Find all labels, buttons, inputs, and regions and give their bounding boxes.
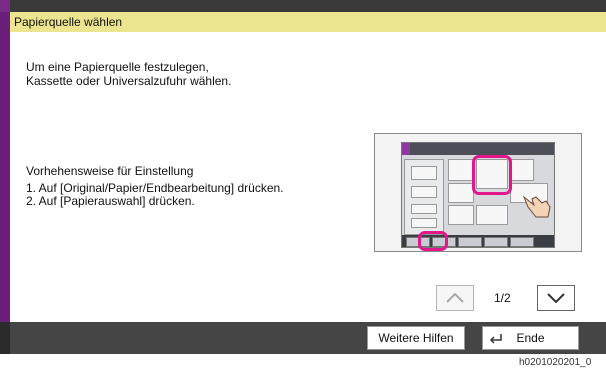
page-down-button[interactable] [537, 285, 575, 311]
title-accent [0, 12, 10, 32]
image-code: h0201020201_0 [519, 357, 592, 368]
top-bar-accent [0, 0, 10, 12]
bottom-bar: Weitere Hilfen Ende [0, 322, 606, 354]
title-bar: Papierquelle wählen [0, 12, 606, 32]
intro-text: Um eine Papierquelle festzulegen, Kasset… [26, 60, 231, 88]
pointing-hand-icon [522, 195, 551, 218]
intro-line-1: Um eine Papierquelle festzulegen, [26, 60, 209, 74]
procedure-steps: 1. Auf [Original/Papier/Endbearbeitung] … [26, 182, 284, 208]
page-indicator: 1/2 [494, 291, 511, 305]
page-title: Papierquelle wählen [14, 15, 123, 29]
page-up-button[interactable] [436, 285, 474, 311]
screen-left-panel [404, 159, 444, 235]
end-button-label: Ende [516, 331, 545, 345]
highlight-ring-paper-select [472, 155, 512, 195]
highlight-ring-original-tab [418, 231, 448, 251]
chevron-down-icon [547, 293, 565, 303]
panel-screen-illustration [401, 142, 555, 251]
left-accent-strip [0, 32, 10, 322]
more-help-button[interactable]: Weitere Hilfen [367, 326, 465, 350]
top-bar [0, 0, 606, 12]
chevron-up-icon [446, 293, 464, 303]
illustration-panel [374, 133, 582, 252]
bottom-accent [0, 322, 10, 354]
procedure-title: Vorhehensweise für Einstellung [26, 164, 194, 178]
screen-header [402, 143, 554, 155]
procedure-step-2: 2. Auf [Papierauswahl] drücken. [26, 194, 195, 208]
return-arrow-icon [489, 334, 502, 344]
intro-line-2: Kassette oder Universalzufuhr wählen. [26, 74, 232, 88]
end-button[interactable]: Ende [482, 326, 579, 350]
